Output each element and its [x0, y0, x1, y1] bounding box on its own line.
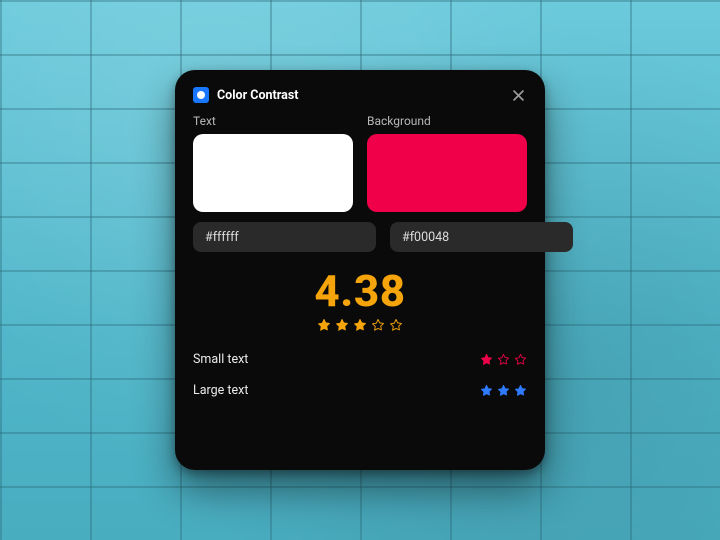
- app-title: Color Contrast: [217, 88, 298, 103]
- contrast-score: 4.38: [193, 268, 527, 314]
- titlebar: Color Contrast: [193, 86, 527, 104]
- small-text-stars: [480, 353, 527, 366]
- small-text-label: Small text: [193, 352, 248, 367]
- contrast-panel: Color Contrast Text Background 4.38 Smal…: [175, 70, 545, 470]
- score-section: 4.38: [193, 268, 527, 336]
- text-hex-input[interactable]: [193, 222, 376, 252]
- score-stars: [317, 318, 403, 332]
- text-color-swatch[interactable]: [193, 134, 353, 212]
- text-color-label: Text: [193, 114, 353, 128]
- large-text-stars: [480, 384, 527, 397]
- background-color-swatch[interactable]: [367, 134, 527, 212]
- large-text-row: Large text: [193, 375, 527, 406]
- close-icon[interactable]: [509, 86, 527, 104]
- small-text-row: Small text: [193, 344, 527, 375]
- large-text-label: Large text: [193, 383, 248, 398]
- background-color-label: Background: [367, 114, 527, 128]
- background-hex-input[interactable]: [390, 222, 573, 252]
- app-icon: [193, 87, 209, 103]
